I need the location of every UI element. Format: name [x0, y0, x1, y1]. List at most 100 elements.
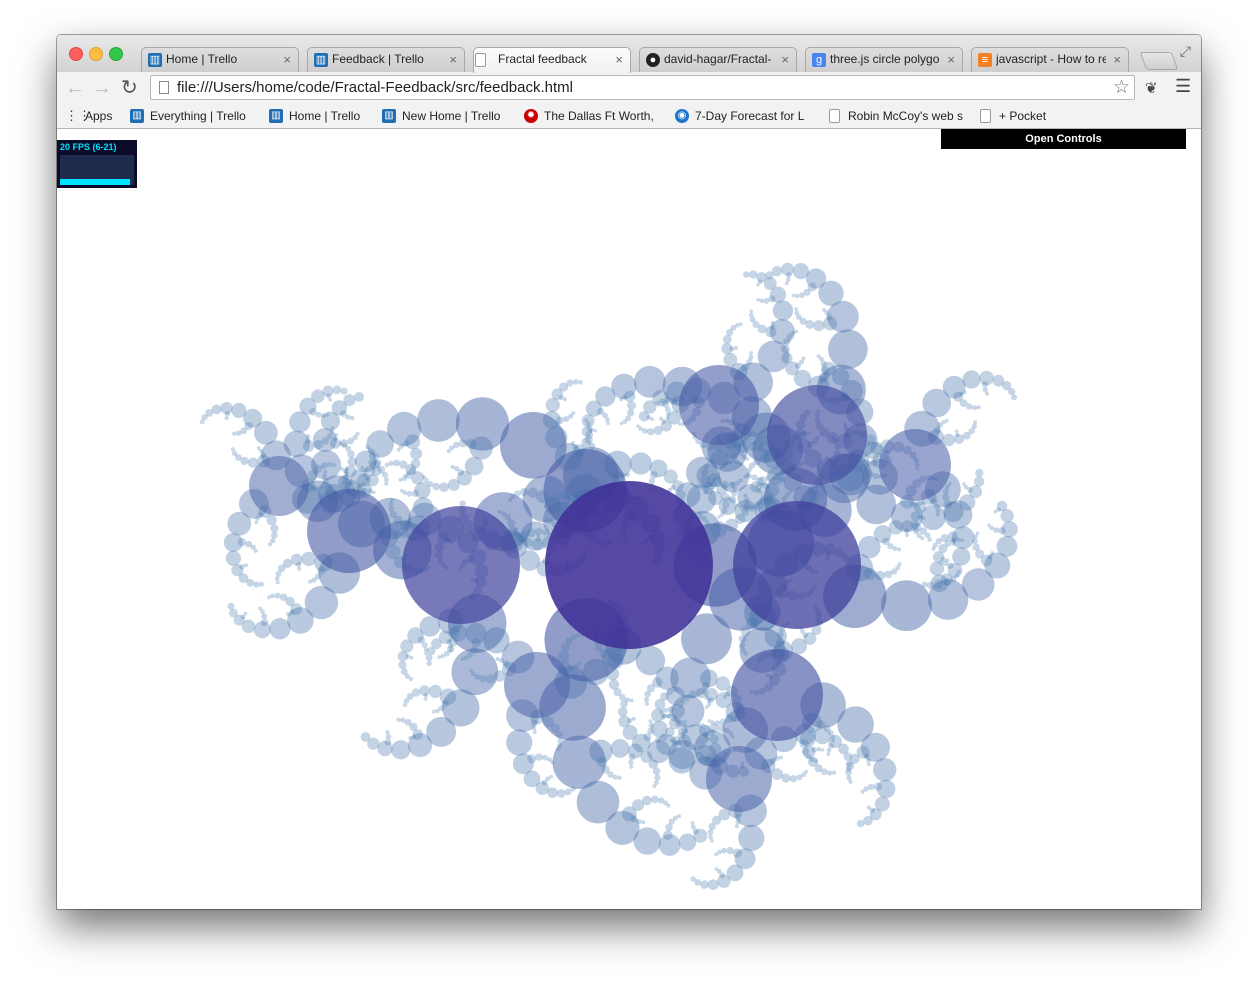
fps-stats-panel[interactable]: 20 FPS (6-21) [57, 140, 137, 188]
fractal-circle [656, 400, 661, 405]
fractal-circle [355, 431, 360, 437]
fractal-circle [660, 713, 667, 720]
fractal-canvas[interactable] [57, 129, 1201, 909]
fractal-circle [973, 420, 978, 425]
fractal-circle [628, 753, 636, 761]
open-controls-button[interactable]: Open Controls [941, 129, 1186, 149]
tab-home-trello[interactable]: ▥ Home | Trello × [141, 47, 299, 72]
fractal-circle [329, 429, 335, 435]
reload-icon[interactable]: ↻ [121, 76, 138, 100]
bookmark-home-trello[interactable]: ▥ Home | Trello [269, 108, 360, 124]
fractal-circle [331, 462, 337, 467]
fractal-circle [562, 397, 567, 402]
fractal-circle [766, 474, 774, 482]
fractal-circle [665, 406, 671, 413]
apps-grid-icon: ⋮⋮ [65, 108, 91, 123]
fractal-circle [450, 624, 468, 642]
fractal-circle [811, 746, 817, 753]
fractal-circle [719, 718, 727, 726]
fractal-circle [801, 356, 806, 361]
evernote-extension-icon[interactable]: ❦ [1145, 79, 1158, 97]
fractal-circle [259, 581, 264, 587]
fractal-circle [993, 527, 999, 533]
fractal-circle [975, 531, 980, 535]
fractal-circle [274, 576, 280, 581]
fractal-circle [384, 738, 392, 746]
fractal-circle [543, 504, 548, 509]
fractal-circle [708, 822, 716, 831]
new-tab-button[interactable] [1139, 52, 1179, 70]
fractal-circle [384, 462, 389, 468]
close-window-button[interactable] [69, 47, 83, 61]
close-tab-icon[interactable]: × [781, 48, 789, 71]
menu-icon[interactable]: ☰ [1175, 76, 1191, 97]
tab-fractal-feedback[interactable]: Fractal feedback × [473, 47, 631, 73]
bookmark-dallas-ft-worth[interactable]: ✹ The Dallas Ft Worth, [524, 108, 684, 124]
fractal-circle [720, 492, 730, 502]
url-text[interactable]: file:///Users/home/code/Fractal-Feedback… [177, 79, 573, 96]
fractal-circle [307, 579, 313, 584]
fractal-circle [707, 879, 719, 890]
fractal-circle [722, 501, 730, 509]
fractal-circle [962, 370, 981, 389]
fractal-circle [249, 456, 309, 516]
fractal-circle [864, 567, 877, 580]
close-tab-icon[interactable]: × [615, 48, 623, 71]
tab-threejs-circle[interactable]: g three.js circle polygo × [805, 47, 963, 72]
tab-feedback-trello[interactable]: ▥ Feedback | Trello × [307, 47, 465, 72]
fractal-circle [913, 500, 927, 513]
fractal-circle [431, 709, 436, 714]
fractal-circle [428, 684, 442, 699]
fractal-circle [536, 533, 541, 538]
fractal-circle [447, 478, 460, 491]
fractal-circle [768, 295, 776, 303]
close-tab-icon[interactable]: × [947, 48, 955, 71]
fractal-circle [460, 657, 465, 661]
bookmark-label: + Pocket [999, 109, 1047, 123]
fractal-circle [827, 770, 833, 776]
fractal-circle [715, 692, 732, 709]
fractal-circle [332, 385, 342, 395]
tab-github-fractal[interactable]: ● david-hagar/Fractal- × [639, 47, 797, 72]
fps-readout: 20 FPS (6-21) [60, 142, 117, 152]
fractal-circle [846, 775, 852, 781]
fractal-circle [448, 648, 453, 653]
fractal-circle [322, 478, 329, 485]
fractal-circle [321, 473, 328, 479]
fractal-circle [545, 481, 713, 649]
bookmark-everything-trello[interactable]: ▥ Everything | Trello [130, 108, 246, 124]
fractal-circle [305, 438, 311, 444]
bookmark-new-home-trello[interactable]: ▥ New Home | Trello [382, 108, 500, 124]
fractal-circle [866, 805, 871, 810]
fractal-circle [572, 378, 579, 385]
zoom-window-button[interactable] [109, 47, 123, 61]
forward-arrow-icon[interactable]: → [92, 76, 112, 100]
fractal-circle [274, 592, 281, 599]
close-tab-icon[interactable]: × [1113, 48, 1121, 71]
fractal-circle [421, 642, 428, 648]
back-arrow-icon[interactable]: ← [65, 76, 85, 100]
bookmark-robin-mccoy[interactable]: Robin McCoy's web s [828, 108, 983, 124]
page-content: 20 FPS (6-21) Open Controls [57, 129, 1201, 909]
fractal-circle [531, 719, 538, 727]
tab-javascript-how-to[interactable]: ≡ javascript - How to re × [971, 47, 1129, 72]
tab-label: david-hagar/Fractal- [664, 52, 772, 66]
fractal-circle [714, 852, 719, 857]
close-tab-icon[interactable]: × [449, 48, 457, 71]
address-bar[interactable]: file:///Users/home/code/Fractal-Feedback… [150, 75, 1135, 100]
bookmark-star-icon[interactable]: ☆ [1113, 76, 1130, 99]
fractal-circle [514, 531, 521, 538]
fractal-circle [745, 456, 750, 461]
bookmark-7-day-forecast[interactable]: ◉ 7-Day Forecast for L [675, 108, 830, 124]
bookmark-pocket[interactable]: + Pocket [979, 108, 1046, 124]
fractal-circle [398, 660, 407, 670]
fractal-circle [809, 757, 815, 763]
minimize-window-button[interactable] [89, 47, 103, 61]
bookmark-apps[interactable]: ⋮⋮ Apps [65, 108, 112, 124]
fractal-circle [513, 527, 518, 533]
fractal-circle [749, 270, 758, 279]
fractal-circle [362, 473, 367, 478]
close-tab-icon[interactable]: × [283, 48, 291, 71]
fractal-circle [697, 751, 702, 756]
fullscreen-icon[interactable]: ⤢ [1180, 43, 1191, 60]
